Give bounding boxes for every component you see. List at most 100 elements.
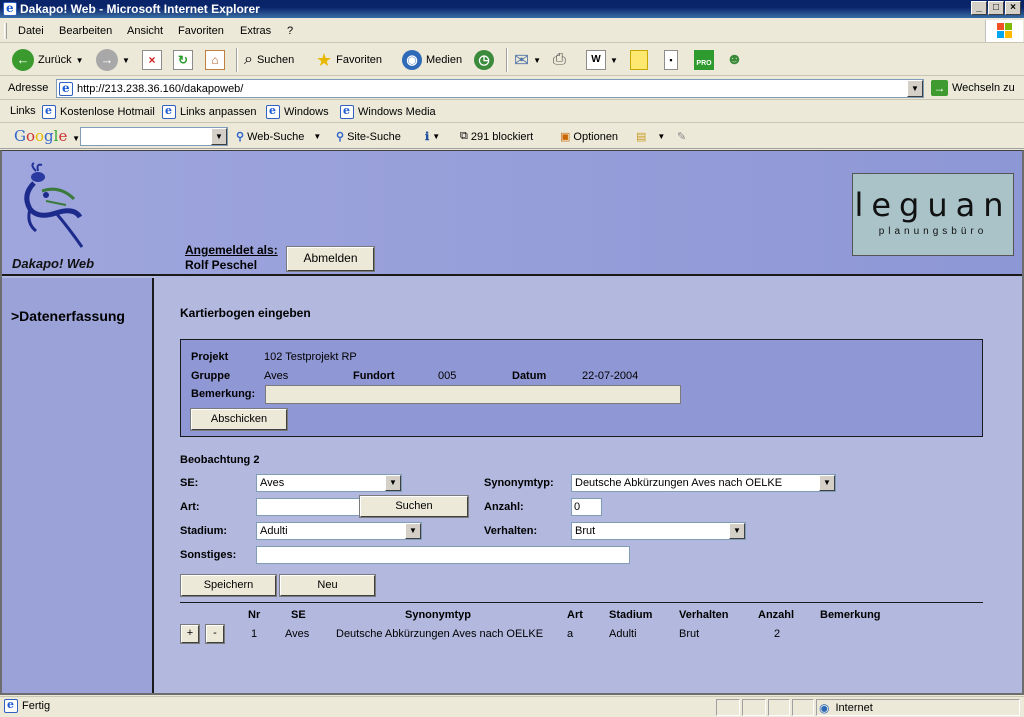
abschicken-button[interactable]: Abschicken	[190, 408, 288, 431]
gruppe-value: Aves	[264, 370, 289, 382]
sonstiges-label: Sonstiges:	[180, 549, 237, 561]
go-arrow-icon: →	[931, 80, 948, 96]
col-header-synonymtyp: Synonymtyp	[405, 609, 472, 621]
status-bar: Fertig ◉ Internet	[0, 696, 1024, 717]
edit-dropdown-icon[interactable]: ▼	[610, 56, 618, 65]
messenger-button[interactable]: ☻	[726, 48, 743, 72]
folder-button[interactable]: ▤ ▼	[636, 130, 665, 143]
menu-favoriten[interactable]: Favoriten	[178, 25, 224, 37]
address-input[interactable]: http://213.238.36.160/dakapoweb/ ▼	[56, 79, 924, 98]
history-button[interactable]: ◷	[474, 48, 494, 72]
address-dropdown-button[interactable]: ▼	[907, 80, 923, 97]
pen-icon: ✎	[677, 131, 687, 143]
google-logo[interactable]: Google ▼	[14, 127, 80, 145]
nav-datenerfassung[interactable]: >Datenerfassung	[11, 308, 125, 324]
info-dropdown-icon[interactable]: ▼	[432, 132, 440, 141]
icq-button[interactable]: PRO	[694, 48, 714, 72]
status-text-area: Fertig	[4, 698, 50, 713]
links-bar: Links Kostenlose Hotmail Links anpassen …	[0, 101, 1024, 123]
datum-label: Datum	[512, 370, 547, 382]
back-button[interactable]: ← Zurück ▼	[12, 48, 84, 72]
link-windows-media[interactable]: Windows Media	[340, 104, 436, 119]
page-info-button[interactable]: ℹ ▼	[425, 130, 440, 143]
link-customize[interactable]: Links anpassen	[162, 104, 256, 119]
menu-extras[interactable]: Extras	[240, 25, 271, 37]
home-button[interactable]: ⌂	[205, 48, 225, 72]
stadium-select[interactable]: Adulti ▼	[256, 522, 422, 540]
menu-ansicht[interactable]: Ansicht	[127, 25, 163, 37]
menu-datei[interactable]: Datei	[18, 25, 44, 37]
forward-dropdown-icon[interactable]: ▼	[122, 56, 130, 65]
menu-help[interactable]: ?	[287, 25, 293, 37]
notes-button[interactable]	[630, 48, 648, 72]
ie-page-icon	[42, 104, 56, 119]
link-hotmail[interactable]: Kostenlose Hotmail	[42, 104, 155, 119]
ie-page-icon	[162, 104, 176, 119]
link-windows[interactable]: Windows	[266, 104, 329, 119]
star-icon: ★	[316, 49, 333, 70]
project-box: Projekt 102 Testprojekt RP Gruppe Aves F…	[180, 339, 983, 437]
stop-button[interactable]: ×	[142, 48, 162, 72]
highlight-button[interactable]: ✎	[677, 130, 686, 143]
suchen-button[interactable]: Suchen	[359, 495, 469, 518]
mail-icon: ✉	[514, 49, 530, 70]
edit-button[interactable]: W ▼	[586, 48, 618, 72]
verhalten-select[interactable]: Brut ▼	[571, 522, 746, 540]
windows-logo-icon	[985, 20, 1023, 42]
maximize-button[interactable]: □	[988, 1, 1004, 15]
web-page: Dakapo! Web Angemeldet als: Rolf Peschel…	[0, 150, 1024, 695]
go-button[interactable]: → Wechseln zu	[931, 80, 1015, 96]
mail-button[interactable]: ✉ ▼	[514, 48, 541, 72]
mail-dropdown-icon[interactable]: ▼	[533, 56, 541, 65]
back-arrow-icon: ←	[12, 49, 34, 71]
col-header-verhalten: Verhalten	[679, 609, 729, 621]
col-header-art: Art	[567, 609, 583, 621]
sidebar: >Datenerfassung	[2, 278, 154, 693]
web-search-button[interactable]: ⚲ Web-Suche ▼	[236, 130, 321, 144]
info-icon: ℹ	[425, 131, 430, 143]
media-button[interactable]: ◉ Medien	[402, 48, 462, 72]
stadium-label: Stadium:	[180, 525, 228, 537]
popup-blocker[interactable]: ⧉ 291 blockiert	[460, 130, 533, 143]
lizard-logo-icon	[16, 161, 88, 251]
cell-synonymtyp: Deutsche Abkürzungen Aves nach OELKE	[336, 628, 544, 640]
chevron-down-icon: ▼	[819, 475, 835, 491]
forward-button[interactable]: → ▼	[96, 48, 130, 72]
close-button[interactable]: ×	[1005, 1, 1021, 15]
folder-dropdown-icon[interactable]: ▼	[657, 132, 665, 141]
row-minus-button[interactable]: -	[205, 624, 225, 644]
print-button[interactable]: ⎙	[553, 48, 566, 72]
row-plus-button[interactable]: +	[180, 624, 200, 644]
google-search-input[interactable]: ▼	[80, 127, 228, 146]
security-zone: ◉ Internet	[816, 699, 1020, 716]
printer-icon: ⎙	[553, 51, 566, 68]
google-dropdown-icon[interactable]: ▼	[72, 134, 80, 143]
login-name: Rolf Peschel	[185, 258, 258, 272]
menu-bearbeiten[interactable]: Bearbeiten	[59, 25, 112, 37]
synonymtyp-select[interactable]: Deutsche Abkürzungen Aves nach OELKE ▼	[571, 474, 836, 492]
neu-button[interactable]: Neu	[279, 574, 376, 597]
anzahl-input[interactable]: 0	[571, 498, 602, 516]
chevron-down-icon: ▼	[405, 523, 421, 539]
logout-button[interactable]: Abmelden	[286, 246, 375, 272]
app-brand: Dakapo! Web	[12, 256, 95, 271]
bemerkung-input[interactable]	[265, 385, 681, 404]
minimize-button[interactable]: _	[971, 1, 987, 15]
popup-blocked-icon: ⧉	[460, 130, 468, 142]
speichern-button[interactable]: Speichern	[180, 574, 277, 597]
site-search-button[interactable]: ⚲ Site-Suche	[336, 130, 401, 144]
options-button[interactable]: ▣ Optionen	[560, 130, 618, 144]
bemerkung-label: Bemerkung:	[191, 388, 256, 400]
favorites-button[interactable]: ★ Favoriten	[316, 48, 382, 72]
refresh-button[interactable]: ↻	[173, 48, 193, 72]
cell-nr: 1	[251, 628, 258, 640]
research-button[interactable]: ▪	[664, 48, 678, 72]
toolbar-grip	[4, 23, 7, 39]
google-search-dropdown[interactable]: ▼	[211, 128, 227, 145]
se-select[interactable]: Aves ▼	[256, 474, 402, 492]
back-dropdown-icon[interactable]: ▼	[76, 56, 84, 65]
search-button[interactable]: ⌕ Suchen	[244, 48, 294, 72]
sonstiges-input[interactable]	[256, 546, 630, 564]
web-search-dropdown-icon[interactable]: ▼	[313, 132, 321, 141]
google-toolbar: Google ▼ ▼ ⚲ Web-Suche ▼ ⚲ Site-Suche ℹ …	[0, 124, 1024, 149]
